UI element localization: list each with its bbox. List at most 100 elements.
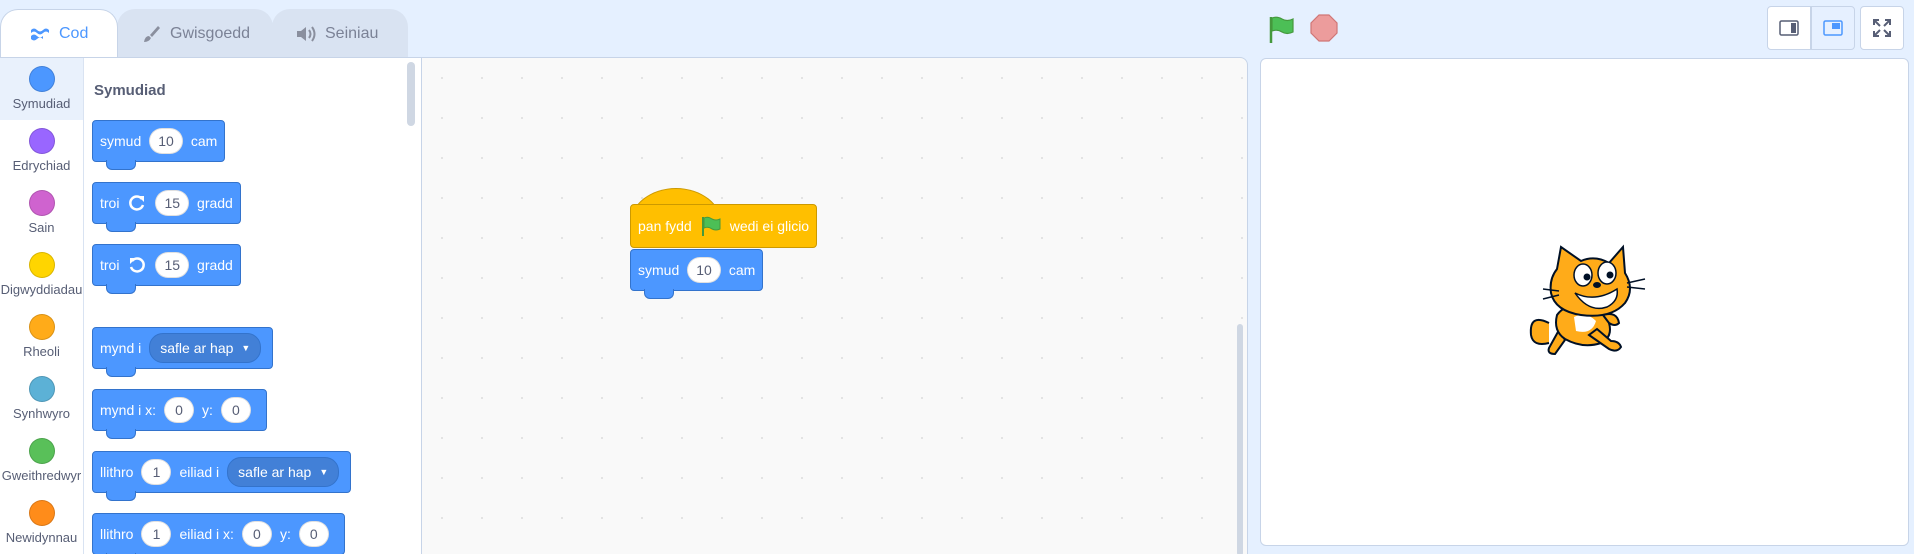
tab-costumes[interactable]: Gwisgoedd [117, 9, 273, 57]
degrees-input[interactable]: 15 [155, 252, 190, 278]
category-label: Gweithredwyr [1, 468, 82, 483]
script-workspace[interactable]: pan fydd wedi ei glicio symud 10 cam [422, 57, 1248, 554]
flyout-scrollbar[interactable] [407, 62, 415, 126]
block-text: y: [202, 402, 213, 418]
block-glide-to[interactable]: llithro 1 eiliad i safle ar hap ▼ [92, 451, 352, 501]
block-text: cam [190, 133, 218, 149]
block-glide-xy[interactable]: llithro 1 eiliad i x: 0 y: 0 [92, 513, 345, 554]
green-flag-icon [1269, 16, 1294, 43]
tab-sounds-label: Seiniau [325, 24, 379, 42]
category-label: Rheoli [23, 344, 60, 359]
block-text: wedi ei glicio [729, 218, 810, 234]
caret-down-icon: ▼ [319, 467, 329, 477]
y-input[interactable]: 0 [298, 521, 329, 547]
category-motion[interactable]: Symudiad [0, 58, 83, 120]
block-when-flag-clicked[interactable]: pan fydd wedi ei glicio [630, 204, 818, 248]
category-color-dot [28, 438, 55, 464]
dropdown-value: safle ar hap [160, 340, 234, 356]
block-text: mynd i x: [100, 402, 157, 418]
block-turn-right[interactable]: troi 15 gradd [92, 182, 241, 232]
category-variables[interactable]: Newidynnau [0, 492, 83, 554]
stage-size-controls [1767, 6, 1904, 50]
tab-sounds[interactable]: Seiniau [272, 9, 408, 57]
block-text: pan fydd [638, 218, 692, 234]
stop-icon [1310, 14, 1338, 42]
block-text: llithro [100, 464, 134, 480]
flyout-heading: Symudiad [94, 82, 166, 99]
block-text: symud [100, 133, 142, 149]
block-text: mynd i [100, 340, 142, 356]
degrees-input[interactable]: 15 [155, 190, 190, 216]
category-label: Digwyddiadau [0, 282, 83, 297]
stop-button[interactable] [1310, 14, 1338, 42]
fullscreen-icon [1873, 19, 1891, 37]
block-text: y: [279, 526, 291, 542]
category-control[interactable]: Rheoli [0, 306, 83, 368]
category-sound[interactable]: Sain [0, 182, 83, 244]
block-text: gradd [197, 195, 233, 211]
costume-brush-icon [140, 25, 162, 42]
normal-stage-button[interactable] [1811, 6, 1855, 50]
block-turn-left[interactable]: troi 15 gradd [92, 244, 241, 294]
block-text: troi [100, 257, 120, 273]
rotate-counterclockwise-icon [130, 257, 146, 273]
small-stage-icon [1779, 20, 1799, 36]
block-text: eiliad i [179, 464, 220, 480]
seconds-input[interactable]: 1 [141, 459, 172, 485]
category-looks[interactable]: Edrychiad [0, 120, 83, 182]
category-sensing[interactable]: Synhwyro [0, 368, 83, 430]
tab-code-label: Cod [59, 24, 89, 42]
rotate-clockwise-icon [129, 195, 145, 211]
category-label: Edrychiad [12, 158, 71, 173]
green-flag-icon [701, 216, 721, 236]
target-dropdown[interactable]: safle ar hap ▼ [227, 457, 340, 487]
category-menu: Symudiad Edrychiad Sain Digwyddiadau Rhe… [0, 58, 84, 554]
steps-input[interactable]: 10 [149, 128, 183, 154]
normal-stage-icon [1823, 20, 1843, 36]
dropdown-value: safle ar hap [238, 464, 312, 480]
block-text: cam [728, 262, 756, 278]
category-color-dot [28, 128, 55, 154]
category-color-dot [28, 190, 55, 216]
workspace-scrollbar[interactable] [1237, 324, 1243, 554]
block-palette: Symudiad Edrychiad Sain Digwyddiadau Rhe… [0, 57, 422, 554]
x-input[interactable]: 0 [164, 397, 195, 423]
category-label: Sain [28, 220, 55, 235]
code-icon [29, 26, 51, 42]
category-operators[interactable]: Gweithredwyr [0, 430, 83, 492]
category-label: Synhwyro [12, 406, 71, 421]
block-goto[interactable]: mynd i safle ar hap ▼ [92, 327, 274, 377]
caret-down-icon: ▼ [241, 343, 251, 353]
stage[interactable] [1260, 58, 1909, 546]
category-color-dot [28, 66, 55, 92]
tab-costumes-label: Gwisgoedd [170, 24, 251, 42]
tab-code[interactable]: Cod [0, 9, 118, 57]
fullscreen-button[interactable] [1860, 6, 1904, 50]
cat-sprite[interactable] [1519, 235, 1659, 375]
block-text: symud [638, 262, 680, 278]
category-events[interactable]: Digwyddiadau [0, 244, 83, 306]
small-stage-button[interactable] [1767, 6, 1811, 50]
category-label: Newidynnau [5, 530, 78, 545]
category-label: Symudiad [12, 96, 71, 111]
seconds-input[interactable]: 1 [141, 521, 172, 547]
block-text: troi [100, 195, 120, 211]
block-move-steps[interactable]: symud 10 cam [630, 249, 764, 299]
green-flag-button[interactable] [1266, 14, 1296, 44]
category-color-dot [28, 500, 55, 526]
block-flyout: Symudiad symud 10 cam troi 15 gradd troi… [85, 58, 421, 554]
category-color-dot [28, 314, 55, 340]
y-input[interactable]: 0 [220, 397, 251, 423]
editor-tabs: Cod Gwisgoedd Seiniau [0, 9, 408, 57]
x-input[interactable]: 0 [241, 521, 272, 547]
block-text: gradd [197, 257, 233, 273]
sound-speaker-icon [295, 25, 317, 42]
category-color-dot [28, 376, 55, 402]
block-move-steps[interactable]: symud 10 cam [92, 120, 226, 170]
target-dropdown[interactable]: safle ar hap ▼ [149, 333, 262, 363]
steps-input[interactable]: 10 [687, 257, 721, 283]
block-text: llithro [100, 526, 134, 542]
block-goto-xy[interactable]: mynd i x: 0 y: 0 [92, 389, 267, 439]
category-color-dot [28, 252, 55, 278]
block-text: eiliad i x: [179, 526, 234, 542]
